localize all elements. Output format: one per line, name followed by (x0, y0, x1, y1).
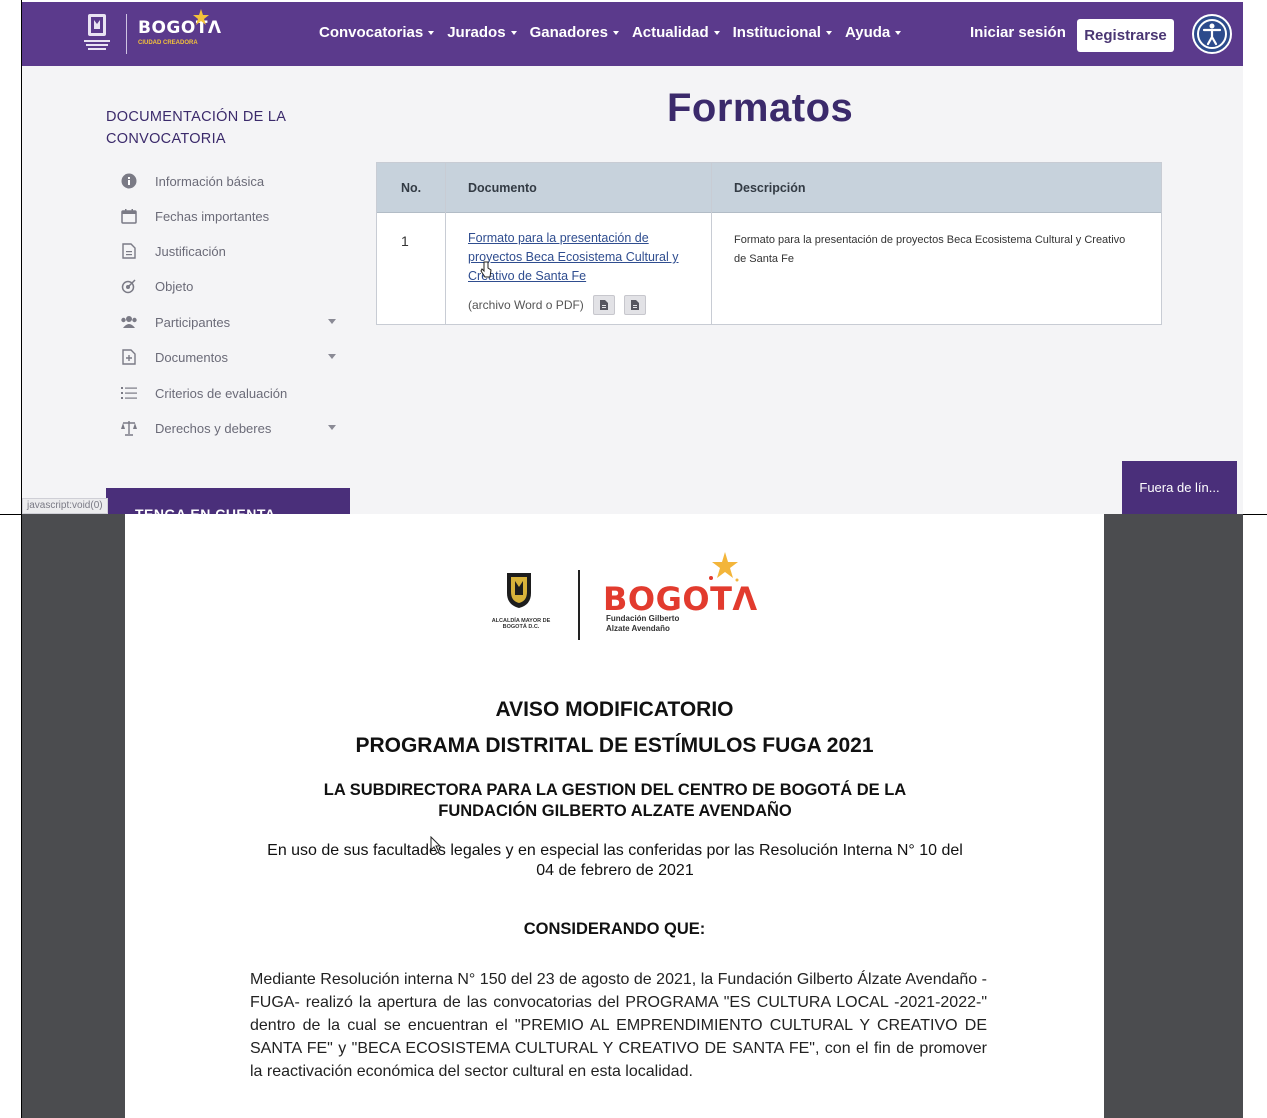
caret-down-icon (895, 30, 902, 35)
caret-down-icon (825, 30, 832, 35)
alcaldia-label: ALCALDÍA MAYOR DE BOGOTÁ D.C. (491, 618, 551, 630)
document-type-label: (archivo Word o PDF) (468, 298, 584, 312)
sidebar-item-label: Justificación (155, 243, 226, 259)
nav-jurados[interactable]: Jurados (447, 24, 517, 41)
sidebar-item-label: Información básica (155, 173, 265, 189)
sidebar-item-justificacion[interactable]: Justificación (118, 240, 348, 262)
status-bar-url: javascript:void(0) (22, 498, 108, 514)
formatos-table: No. Documento Descripción 1 Formato para… (376, 162, 1162, 325)
sidebar-item-documentos[interactable]: Documentos (118, 346, 348, 368)
caret-down-icon (612, 30, 619, 35)
caret-down-icon[interactable] (328, 319, 336, 324)
document-download-link[interactable]: Formato para la presentación de proyecto… (468, 229, 698, 286)
sidebar-item-derechos[interactable]: Derechos y deberes (118, 417, 348, 439)
column-divider (445, 163, 446, 324)
column-header-documento: Documento (468, 181, 537, 195)
nav-ayuda[interactable]: Ayuda (844, 24, 902, 41)
scale-icon (118, 419, 140, 437)
table-header: No. Documento Descripción (377, 163, 1161, 213)
nav-label: Ganadores (529, 24, 608, 41)
calendar-icon (118, 207, 140, 225)
nav-actualidad[interactable]: Actualidad (632, 24, 720, 41)
brand-subtitle: CIUDAD CREADORA (138, 40, 198, 46)
page-title: Formatos (667, 86, 854, 130)
fuga-label: Fundación Gilberto Alzate Avendaño (606, 614, 680, 633)
sidebar-item-fechas[interactable]: Fechas importantes (118, 205, 348, 227)
login-link[interactable]: Iniciar sesión (970, 24, 1066, 41)
pdf-file-button[interactable] (623, 295, 646, 315)
document-icon (118, 242, 140, 260)
logo-separator (578, 570, 580, 640)
nav-menu: Convocatorias Jurados Ganadores Actualid… (319, 24, 914, 41)
document-subtitle: PROGRAMA DISTRITAL DE ESTÍMULOS FUGA 202… (355, 734, 874, 757)
sidebar-item-label: Criterios de evaluación (155, 385, 288, 401)
users-icon (118, 313, 140, 331)
nav-ganadores[interactable]: Ganadores (530, 24, 619, 41)
top-navbar: BOGOTΛ CIUDAD CREADORA Convocatorias Jur… (22, 2, 1243, 66)
screenshot-frame: BOGOTΛ CIUDAD CREADORA Convocatorias Jur… (0, 0, 1267, 1118)
list-icon (118, 384, 140, 402)
file-icon (599, 300, 608, 310)
nav-label: Institucional (732, 24, 821, 41)
column-header-no: No. (401, 181, 422, 195)
document-title: AVISO MODIFICATORIO (495, 698, 734, 721)
sidebar-item-objeto[interactable]: Objeto (118, 275, 348, 297)
sidebar-item-informacion[interactable]: Información básica (118, 170, 348, 192)
considerando-heading: CONSIDERANDO QUE: (523, 920, 706, 938)
word-file-button[interactable] (592, 295, 615, 315)
text-cursor-icon (430, 836, 442, 854)
file-plus-icon (118, 348, 140, 366)
tenga-en-cuenta-panel[interactable]: TENGA EN CUENTA (106, 488, 350, 514)
register-button[interactable]: Registrarse (1077, 19, 1174, 52)
sidebar-item-participantes[interactable]: Participantes (118, 311, 348, 333)
document-type: (archivo Word o PDF) (468, 295, 646, 315)
pdf-viewer-panel: ALCALDÍA MAYOR DE BOGOTÁ D.C. BOGOTΛ Fun… (22, 514, 1243, 1118)
accessibility-button[interactable] (1192, 14, 1232, 54)
sidebar-item-label: Fechas importantes (155, 208, 270, 224)
caret-down-icon (510, 30, 517, 35)
logo-separator (126, 14, 127, 54)
row-number: 1 (401, 233, 409, 249)
caret-down-icon (713, 30, 720, 35)
chat-offline-button[interactable]: Fuera de lín... (1122, 461, 1237, 514)
sidebar-title: DOCUMENTACIÓN DE LA CONVOCATORIA (106, 109, 286, 147)
caret-down-icon[interactable] (328, 425, 336, 430)
document-body-paragraph: Mediante Resolución interna N° 150 del 2… (250, 971, 987, 1080)
document-description: Formato para la presentación de proyecto… (734, 234, 1126, 265)
nav-institucional[interactable]: Institucional (733, 24, 832, 41)
file-icon (630, 300, 639, 310)
escudo-icon (507, 573, 531, 608)
nav-label: Jurados (447, 24, 506, 41)
column-divider (711, 163, 712, 324)
website-panel: BOGOTΛ CIUDAD CREADORA Convocatorias Jur… (22, 2, 1243, 514)
escudo-icon (84, 14, 110, 50)
sidebar-item-label: Derechos y deberes (155, 420, 272, 436)
caret-down-icon[interactable] (328, 354, 336, 359)
star-icon (709, 552, 739, 582)
caret-down-icon (428, 30, 435, 35)
nav-label: Actualidad (631, 24, 709, 41)
nav-convocatorias[interactable]: Convocatorias (319, 24, 435, 41)
sidebar-item-label: Objeto (155, 278, 194, 294)
accessibility-icon (1197, 19, 1227, 49)
star-icon (193, 9, 209, 25)
document-heading: LA SUBDIRECTORA PARA LA GESTION DEL CENT… (323, 781, 907, 820)
column-header-descripcion: Descripción (734, 181, 806, 195)
nav-label: Ayuda (844, 24, 891, 41)
document-intro: En uso de sus facultades legales y en es… (267, 842, 963, 879)
sidebar-item-label: Participantes (155, 314, 231, 330)
target-icon (118, 277, 140, 295)
hand-cursor-icon (480, 261, 492, 278)
nav-label: Convocatorias (319, 24, 424, 41)
pdf-page: ALCALDÍA MAYOR DE BOGOTÁ D.C. BOGOTΛ Fun… (125, 514, 1104, 1118)
info-icon (118, 172, 140, 190)
sidebar-item-label: Documentos (155, 349, 228, 365)
sidebar-item-criterios[interactable]: Criterios de evaluación (118, 382, 348, 404)
